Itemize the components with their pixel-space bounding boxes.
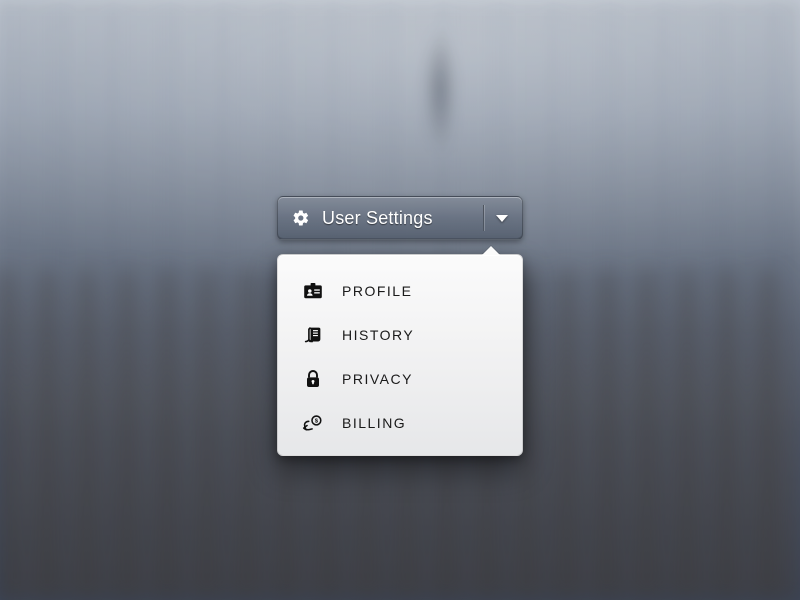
privacy-icon [302,369,324,389]
chevron-down-icon [496,215,508,222]
dropdown-divider [483,205,484,231]
menu-item-privacy[interactable]: PRIVACY [278,357,522,401]
history-icon [302,326,324,344]
menu-item-label: PRIVACY [342,371,413,387]
billing-icon: $ [302,414,324,432]
menu-item-history[interactable]: HISTORY [278,313,522,357]
menu-item-profile[interactable]: PROFILE [278,269,522,313]
menu-item-label: PROFILE [342,283,412,299]
profile-icon [302,283,324,299]
user-settings-menu: PROFILE HISTORY PRIVACY $ BILLING [277,254,523,456]
gear-icon [292,209,310,227]
user-settings-button[interactable]: User Settings [277,196,523,240]
menu-item-label: BILLING [342,415,406,431]
user-settings-dropdown: User Settings PROFILE HISTORY PRIVACY $ [277,196,523,240]
menu-item-billing[interactable]: $ BILLING [278,401,522,445]
menu-item-label: HISTORY [342,327,414,343]
dropdown-label: User Settings [322,208,477,229]
